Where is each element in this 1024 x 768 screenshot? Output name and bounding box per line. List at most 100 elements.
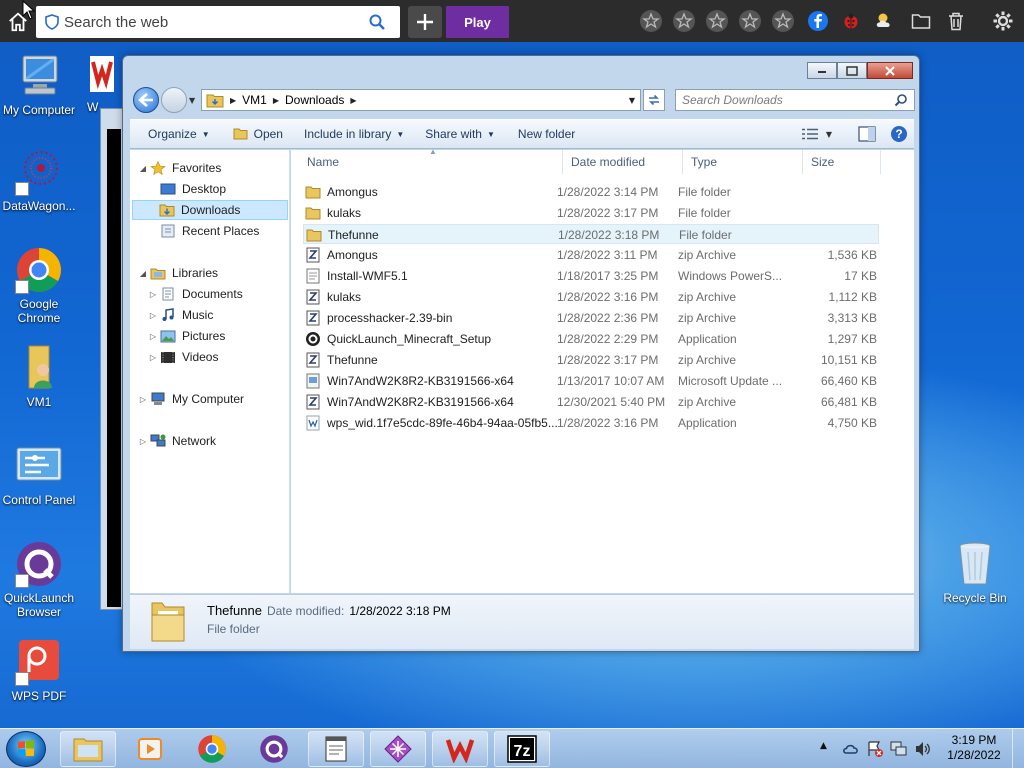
minimize-button[interactable] (807, 62, 837, 79)
desktop-icon-my-computer[interactable]: My Computer (1, 52, 77, 117)
taskbar-explorer[interactable] (60, 731, 116, 767)
show-hidden-icons-icon[interactable]: ▲ (820, 741, 827, 751)
star-icon[interactable] (737, 8, 763, 34)
desktop-icon-quicklaunch-browser[interactable]: QuickLaunch Browser (1, 540, 77, 619)
file-row[interactable]: Win7AndW2K8R2-KB3191566-x64 1/13/2017 10:… (303, 371, 879, 391)
taskbar-app-snowflake[interactable] (370, 731, 426, 767)
desktop-icon-control-panel[interactable]: Control Panel (1, 442, 77, 507)
nav-music[interactable]: ▷ Music (148, 305, 213, 325)
file-row[interactable]: processhacker-2.39-bin 1/28/2022 2:36 PM z… (303, 308, 879, 328)
file-row[interactable]: Amongus 1/28/2022 3:11 PM zip Archive 1,536… (303, 245, 879, 265)
taskbar-chrome[interactable] (184, 731, 240, 767)
nav-favorites[interactable]: ◢ Favorites (138, 158, 221, 178)
collapsed-arrow-icon[interactable]: ▷ (148, 290, 158, 299)
column-header-size[interactable]: Size (803, 150, 881, 174)
nav-libraries[interactable]: ◢ Libraries (138, 263, 218, 283)
forward-button[interactable] (161, 87, 187, 113)
file-row[interactable]: Thefunne 1/28/2022 3:17 PM zip Archive 10,1… (303, 350, 879, 370)
column-header-date[interactable]: Date modified (563, 150, 683, 174)
nav-documents[interactable]: ▷ Documents (148, 284, 243, 304)
desktop-icon-vm1[interactable]: VM1 (1, 344, 77, 409)
search-downloads-input[interactable] (682, 93, 894, 107)
help-icon[interactable]: ? (890, 125, 908, 143)
nav-network[interactable]: ▷ Network (138, 431, 216, 451)
action-center-flag-icon[interactable] (866, 740, 884, 758)
system-clock[interactable]: 3:19 PM 1/28/2022 (944, 733, 1004, 763)
file-row[interactable]: Win7AndW2K8R2-KB3191566-x64 12/30/2021 5:… (303, 392, 879, 412)
web-search-input[interactable] (64, 8, 368, 36)
recent-pages-dropdown-icon[interactable]: ▼ (189, 96, 195, 105)
preview-pane-icon[interactable] (858, 126, 876, 142)
back-button[interactable] (133, 87, 159, 113)
volume-icon[interactable] (914, 740, 932, 758)
folder-icon[interactable] (908, 8, 934, 34)
nav-desktop[interactable]: Desktop (160, 179, 226, 199)
taskbar-notepad[interactable] (308, 731, 364, 767)
close-button[interactable] (867, 62, 913, 79)
desktop-icon-w[interactable]: W (84, 52, 120, 114)
open-button[interactable]: Open (219, 120, 292, 148)
breadcrumb-downloads[interactable]: Downloads (285, 93, 344, 107)
nav-my-computer[interactable]: ▷ My Computer (138, 389, 244, 409)
add-button[interactable] (408, 6, 442, 38)
web-search-box[interactable] (36, 6, 400, 38)
nav-downloads[interactable]: Downloads (132, 200, 288, 220)
column-header-name[interactable]: Name ▲ (299, 147, 563, 174)
gear-icon[interactable] (990, 8, 1016, 34)
collapsed-arrow-icon[interactable]: ▷ (148, 311, 158, 320)
collapsed-arrow-icon[interactable]: ▷ (138, 437, 148, 446)
show-desktop-button[interactable] (1012, 729, 1024, 768)
breadcrumb-vm1[interactable]: VM1 (242, 93, 267, 107)
refresh-button[interactable] (643, 89, 665, 111)
star-icon[interactable] (704, 8, 730, 34)
file-row[interactable]: kulaks 1/28/2022 3:16 PM zip Archive 1,112 … (303, 287, 879, 307)
nav-videos[interactable]: ▷ Videos (148, 347, 219, 367)
share-with-button[interactable]: Share with ▼ (413, 120, 504, 148)
taskbar-quicklaunch[interactable] (246, 731, 302, 767)
nav-pictures[interactable]: ▷ Pictures (148, 326, 225, 346)
desktop-icon-datawagon[interactable]: DataWagon... (1, 148, 77, 213)
star-icon[interactable] (638, 8, 664, 34)
taskbar-7zip[interactable]: 7z (494, 731, 550, 767)
search-downloads-box[interactable] (675, 89, 915, 111)
address-bar[interactable]: ▶ VM1 ▶ Downloads ▶ ▼ (201, 89, 641, 111)
expand-arrow-icon[interactable]: ◢ (138, 164, 148, 173)
star-icon[interactable] (671, 8, 697, 34)
file-row[interactable]: Amongus 1/28/2022 3:14 PM File folder (303, 182, 879, 202)
search-icon[interactable] (894, 93, 908, 107)
file-row[interactable]: Thefunne 1/28/2022 3:18 PM File folder (303, 224, 879, 244)
address-history-dropdown-icon[interactable]: ▼ (629, 96, 635, 105)
start-button[interactable] (6, 731, 46, 767)
star-icon[interactable] (770, 8, 796, 34)
file-date: 1/28/2022 3:17 PM (557, 353, 659, 367)
taskbar-wps[interactable] (432, 731, 488, 767)
file-row[interactable]: wps_wid.1f7e5cdc-89fe-46b4-94aa-05fb5...… (303, 413, 879, 433)
collapsed-arrow-icon[interactable]: ▷ (148, 332, 158, 341)
play-button[interactable]: Play (446, 6, 509, 38)
collapsed-arrow-icon[interactable]: ▷ (148, 353, 158, 362)
nav-recent-places[interactable]: Recent Places (160, 221, 259, 241)
file-row[interactable]: Install-WMF5.1 1/18/2017 3:25 PM Windows P… (303, 266, 879, 286)
organize-button[interactable]: Organize ▼ (130, 120, 219, 148)
maximize-button[interactable] (837, 62, 867, 79)
network-status-icon[interactable] (890, 740, 908, 758)
desktop-icon-recycle-bin[interactable]: Recycle Bin (937, 540, 1013, 605)
taskbar-media-player[interactable] (122, 731, 178, 767)
background-window[interactable] (100, 108, 124, 610)
change-view-button[interactable]: ▼ (801, 128, 832, 140)
ladybug-icon[interactable] (838, 8, 864, 34)
trash-icon[interactable] (943, 8, 969, 34)
search-icon[interactable] (368, 13, 386, 31)
column-header-type[interactable]: Type (683, 150, 803, 174)
new-folder-button[interactable]: New folder (504, 120, 584, 148)
include-in-library-button[interactable]: Include in library ▼ (292, 120, 413, 148)
weather-icon[interactable] (872, 8, 898, 34)
expand-arrow-icon[interactable]: ◢ (138, 269, 148, 278)
file-row[interactable]: kulaks 1/28/2022 3:17 PM File folder (303, 203, 879, 223)
desktop-icon-google-chrome[interactable]: Google Chrome (1, 246, 77, 325)
collapsed-arrow-icon[interactable]: ▷ (138, 395, 148, 404)
facebook-icon[interactable] (805, 8, 831, 34)
cloud-sync-icon[interactable] (842, 740, 860, 758)
desktop-icon-wps-pdf[interactable]: WPS PDF (1, 638, 77, 703)
file-row[interactable]: QuickLaunch_Minecraft_Setup 1/28/2022 2:2… (303, 329, 879, 349)
